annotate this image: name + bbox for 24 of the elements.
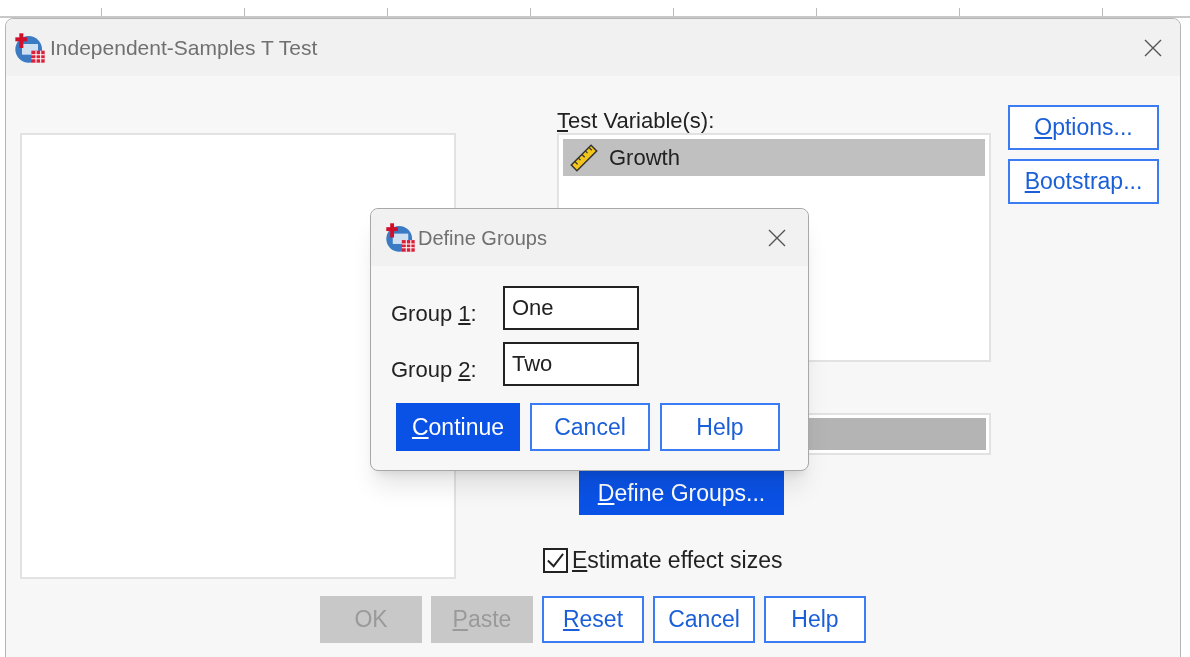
close-icon[interactable] bbox=[768, 228, 786, 247]
group-label: Group 1: bbox=[391, 299, 478, 328]
variable-item[interactable]: Growth bbox=[563, 139, 985, 176]
define-groups-button[interactable]: Define Groups... bbox=[579, 471, 784, 515]
checkbox-label: Estimate effect sizes bbox=[572, 546, 783, 575]
window-title: Independent-Samples T Test bbox=[50, 34, 318, 61]
dialog-button[interactable]: Cancel bbox=[530, 403, 650, 451]
checkmark-icon bbox=[546, 550, 565, 570]
group-label: Group 2: bbox=[391, 355, 478, 384]
side-button[interactable]: Options... bbox=[1008, 105, 1159, 150]
side-button[interactable]: Bootstrap... bbox=[1008, 159, 1159, 204]
checkbox[interactable] bbox=[543, 547, 568, 573]
dialog-button[interactable]: Help bbox=[660, 403, 780, 451]
footer-button[interactable]: Cancel bbox=[653, 596, 755, 643]
dialog-title: Define Groups bbox=[418, 225, 547, 251]
dialog-button[interactable]: Continue bbox=[396, 403, 520, 451]
close-icon[interactable] bbox=[1144, 38, 1162, 57]
group-input-field[interactable]: Two bbox=[503, 342, 639, 386]
test-variables-label: Test Variable(s): bbox=[557, 107, 716, 133]
group-input-field[interactable]: One bbox=[503, 286, 639, 330]
app-icon bbox=[385, 222, 416, 253]
app-icon bbox=[14, 31, 46, 64]
footer-button[interactable]: Help bbox=[764, 596, 866, 643]
footer-button[interactable]: Reset bbox=[542, 596, 644, 643]
